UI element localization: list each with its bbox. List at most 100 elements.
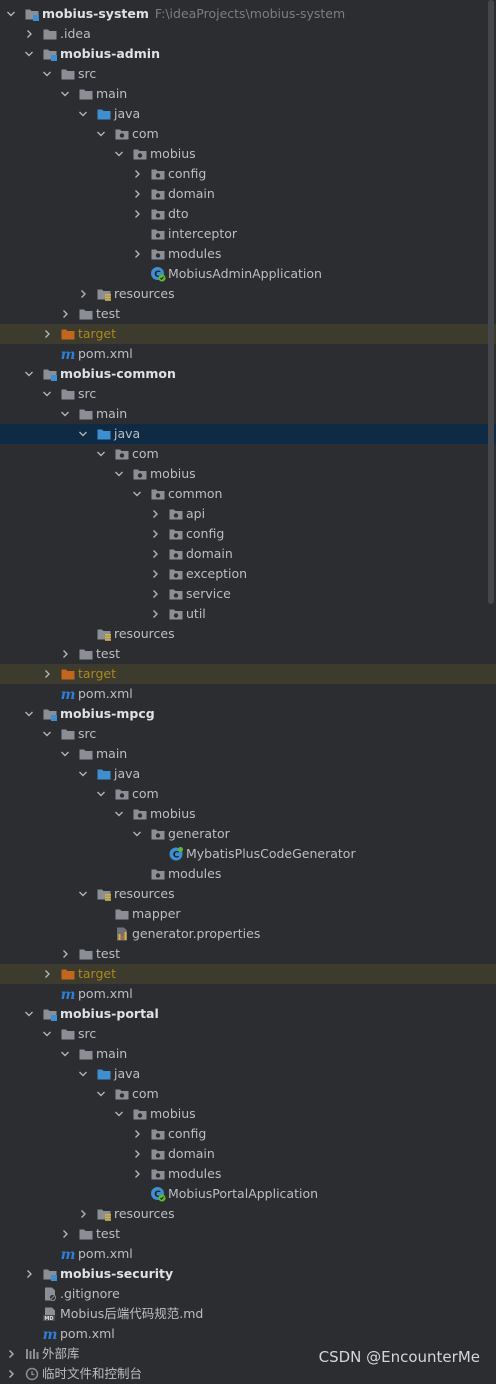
chevron-down-icon[interactable]	[78, 1064, 92, 1084]
tree-row-com[interactable]: com	[0, 444, 496, 464]
chevron-down-icon[interactable]	[60, 744, 74, 764]
tree-row-src[interactable]: src	[0, 1024, 496, 1044]
tree-row-src[interactable]: src	[0, 64, 496, 84]
tree-row-mobius-common[interactable]: mobius-common	[0, 364, 496, 384]
chevron-right-icon[interactable]	[150, 604, 164, 624]
chevron-right-icon[interactable]	[24, 24, 38, 44]
chevron-right-icon[interactable]	[132, 204, 146, 224]
tree-row-java[interactable]: java	[0, 104, 496, 124]
tree-row-domain[interactable]: domain	[0, 1144, 496, 1164]
tree-row-java[interactable]: java	[0, 424, 496, 444]
chevron-down-icon[interactable]	[42, 384, 56, 404]
chevron-down-icon[interactable]	[96, 784, 110, 804]
chevron-down-icon[interactable]	[60, 1044, 74, 1064]
chevron-down-icon[interactable]	[78, 424, 92, 444]
chevron-down-icon[interactable]	[114, 464, 128, 484]
chevron-right-icon[interactable]	[150, 504, 164, 524]
tree-row-pom-xml[interactable]: m pom.xml	[0, 344, 496, 364]
chevron-right-icon[interactable]	[150, 524, 164, 544]
chevron-right-icon[interactable]	[60, 304, 74, 324]
tree-row-resources[interactable]: resources	[0, 1204, 496, 1224]
tree-row-src[interactable]: src	[0, 384, 496, 404]
tree-row-mobius[interactable]: mobius	[0, 144, 496, 164]
tree-row-resources[interactable]: resources	[0, 884, 496, 904]
tree-row-mybatispluscodegenerator[interactable]: C MybatisPlusCodeGenerator	[0, 844, 496, 864]
tree-row-modules[interactable]: modules	[0, 864, 496, 884]
tree-row-mobius-admin[interactable]: mobius-admin	[0, 44, 496, 64]
chevron-right-icon[interactable]	[132, 164, 146, 184]
tree-row-idea[interactable]: .idea	[0, 24, 496, 44]
tree-row-resources[interactable]: resources	[0, 624, 496, 644]
tree-row-com[interactable]: com	[0, 784, 496, 804]
tree-row-test[interactable]: test	[0, 944, 496, 964]
chevron-down-icon[interactable]	[114, 804, 128, 824]
chevron-down-icon[interactable]	[24, 44, 38, 64]
tree-row-modules[interactable]: modules	[0, 244, 496, 264]
tree-row-modules[interactable]: modules	[0, 1164, 496, 1184]
tree-row-main[interactable]: main	[0, 404, 496, 424]
chevron-down-icon[interactable]	[78, 884, 92, 904]
chevron-down-icon[interactable]	[60, 404, 74, 424]
chevron-down-icon[interactable]	[60, 84, 74, 104]
tree-row-interceptor[interactable]: interceptor	[0, 224, 496, 244]
tree-row-mapper[interactable]: mapper	[0, 904, 496, 924]
tree-row-exception[interactable]: exception	[0, 564, 496, 584]
chevron-down-icon[interactable]	[42, 724, 56, 744]
tree-row-pom-xml[interactable]: m pom.xml	[0, 1244, 496, 1264]
tree-row-main[interactable]: main	[0, 1044, 496, 1064]
tree-row-mobius-md[interactable]: MD Mobius后端代码规范.md	[0, 1304, 496, 1324]
chevron-right-icon[interactable]	[150, 544, 164, 564]
tree-row-target[interactable]: target	[0, 664, 496, 684]
tree-row-domain[interactable]: domain	[0, 184, 496, 204]
chevron-right-icon[interactable]	[150, 564, 164, 584]
tree-row-config[interactable]: config	[0, 164, 496, 184]
chevron-down-icon[interactable]	[24, 1004, 38, 1024]
chevron-right-icon[interactable]	[6, 1364, 20, 1384]
tree-row-java[interactable]: java	[0, 1064, 496, 1084]
tree-row-gitignore[interactable]: .gitignore	[0, 1284, 496, 1304]
chevron-down-icon[interactable]	[78, 104, 92, 124]
chevron-right-icon[interactable]	[132, 1164, 146, 1184]
tree-row-main[interactable]: main	[0, 744, 496, 764]
tree-row-resources[interactable]: resources	[0, 284, 496, 304]
tree-row-target[interactable]: target	[0, 964, 496, 984]
chevron-right-icon[interactable]	[42, 664, 56, 684]
tree-row-mobius-portal[interactable]: mobius-portal	[0, 1004, 496, 1024]
tree-row-mobiusportalapplication[interactable]: C MobiusPortalApplication	[0, 1184, 496, 1204]
chevron-right-icon[interactable]	[132, 1144, 146, 1164]
tree-row-api[interactable]: api	[0, 504, 496, 524]
tree-row-mobius[interactable]: mobius	[0, 1104, 496, 1124]
tree-row-mobius-mpcg[interactable]: mobius-mpcg	[0, 704, 496, 724]
chevron-down-icon[interactable]	[6, 4, 20, 24]
tree-row-generator[interactable]: generator	[0, 824, 496, 844]
tree-row-item[interactable]: 临时文件和控制台	[0, 1364, 496, 1384]
tree-row-mobius[interactable]: mobius	[0, 804, 496, 824]
chevron-right-icon[interactable]	[42, 324, 56, 344]
tree-scrollbar[interactable]	[488, 0, 494, 604]
tree-row-config[interactable]: config	[0, 1124, 496, 1144]
chevron-right-icon[interactable]	[60, 644, 74, 664]
chevron-down-icon[interactable]	[96, 444, 110, 464]
chevron-right-icon[interactable]	[6, 1344, 20, 1364]
chevron-down-icon[interactable]	[96, 124, 110, 144]
chevron-down-icon[interactable]	[114, 1104, 128, 1124]
tree-row-mobiusadminapplication[interactable]: C MobiusAdminApplication	[0, 264, 496, 284]
chevron-down-icon[interactable]	[132, 484, 146, 504]
chevron-down-icon[interactable]	[24, 364, 38, 384]
chevron-right-icon[interactable]	[42, 964, 56, 984]
tree-row-src[interactable]: src	[0, 724, 496, 744]
tree-row-main[interactable]: main	[0, 84, 496, 104]
chevron-down-icon[interactable]	[42, 64, 56, 84]
tree-row-test[interactable]: test	[0, 304, 496, 324]
chevron-right-icon[interactable]	[60, 944, 74, 964]
tree-row-domain[interactable]: domain	[0, 544, 496, 564]
tree-row-mobius-security[interactable]: mobius-security	[0, 1264, 496, 1284]
tree-row-generator-properties[interactable]: generator.properties	[0, 924, 496, 944]
tree-row-pom-xml[interactable]: m pom.xml	[0, 684, 496, 704]
tree-row-dto[interactable]: dto	[0, 204, 496, 224]
tree-row-service[interactable]: service	[0, 584, 496, 604]
chevron-right-icon[interactable]	[60, 1224, 74, 1244]
tree-row-test[interactable]: test	[0, 1224, 496, 1244]
chevron-right-icon[interactable]	[24, 1264, 38, 1284]
tree-row-util[interactable]: util	[0, 604, 496, 624]
